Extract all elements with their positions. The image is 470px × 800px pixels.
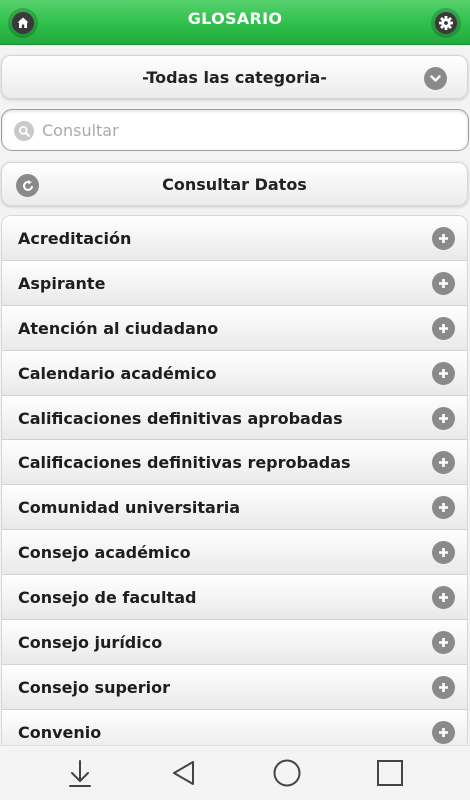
list-item-label: Acreditación xyxy=(18,229,132,248)
arrow-down-icon xyxy=(69,760,91,787)
plus-icon xyxy=(432,271,455,295)
list-item[interactable]: Calendario académico xyxy=(2,350,467,396)
plus-icon xyxy=(432,496,455,520)
nav-back-button[interactable] xyxy=(168,757,200,789)
list-item-label: Calendario académico xyxy=(18,363,217,383)
list-item[interactable]: Consejo académico xyxy=(2,530,467,576)
consult-data-button[interactable]: Consultar Datos xyxy=(1,162,468,206)
back-triangle-icon xyxy=(173,761,194,785)
app-screen: GLOSARIO -Todas las categoria- Consultar… xyxy=(0,0,470,800)
plus-icon xyxy=(432,541,455,565)
list-item-label: Comunidad universitaria xyxy=(18,498,241,518)
list-item-label: Consejo superior xyxy=(18,677,171,697)
list-item[interactable]: Convenio xyxy=(2,709,467,745)
category-select[interactable]: -Todas las categoria- xyxy=(1,55,468,99)
list-item-label: Consejo jurídico xyxy=(18,633,163,653)
glossary-list: Acreditación Aspirante Atención al ciuda… xyxy=(1,215,468,745)
list-item-label: Calificaciones definitivas aprobadas xyxy=(18,408,343,428)
nav-recents-button[interactable] xyxy=(374,757,406,789)
home-circle-icon xyxy=(273,759,301,787)
list-item[interactable]: Consejo superior xyxy=(2,664,467,710)
system-nav-bar xyxy=(0,745,470,800)
list-item-label: Consejo académico xyxy=(18,543,191,563)
list-item-label: Calificaciones definitivas reprobadas xyxy=(18,453,351,473)
nav-hide-keyboard-button[interactable] xyxy=(64,757,96,789)
list-item[interactable]: Calificaciones definitivas reprobadas xyxy=(2,440,467,486)
list-item[interactable]: Comunidad universitaria xyxy=(2,485,467,531)
list-item[interactable]: Consejo de facultad xyxy=(2,575,467,621)
plus-icon xyxy=(432,720,455,744)
plus-icon xyxy=(432,586,455,610)
chevron-down-icon xyxy=(424,67,447,90)
header-bar: GLOSARIO xyxy=(0,0,470,45)
plus-icon xyxy=(432,227,455,250)
consult-data-label: Consultar Datos xyxy=(162,175,307,194)
list-item-label: Consejo de facultad xyxy=(18,588,197,608)
plus-icon xyxy=(432,675,455,699)
nav-home-button[interactable] xyxy=(271,757,303,789)
gear-icon xyxy=(435,12,457,34)
list-item[interactable]: Acreditación xyxy=(2,216,467,261)
plus-icon xyxy=(432,361,455,385)
category-select-value: -Todas las categoria- xyxy=(142,68,327,87)
recents-square-icon xyxy=(377,760,403,786)
search-input[interactable] xyxy=(42,116,452,144)
list-item[interactable]: Aspirante xyxy=(2,260,467,306)
page-title: GLOSARIO xyxy=(187,9,283,28)
settings-button[interactable] xyxy=(431,8,461,38)
list-item[interactable]: Calificaciones definitivas aprobadas xyxy=(2,395,467,441)
list-item-label: Aspirante xyxy=(18,273,106,293)
list-item[interactable]: Atención al ciudadano xyxy=(2,305,467,351)
plus-icon xyxy=(432,406,455,430)
search-icon xyxy=(14,121,34,141)
plus-icon xyxy=(432,451,455,475)
list-item-label: Convenio xyxy=(18,722,102,742)
search-box xyxy=(1,109,469,151)
list-item[interactable]: Consejo jurídico xyxy=(2,620,467,665)
plus-icon xyxy=(432,316,455,340)
list-item-label: Atención al ciudadano xyxy=(18,318,219,338)
plus-icon xyxy=(432,631,455,655)
